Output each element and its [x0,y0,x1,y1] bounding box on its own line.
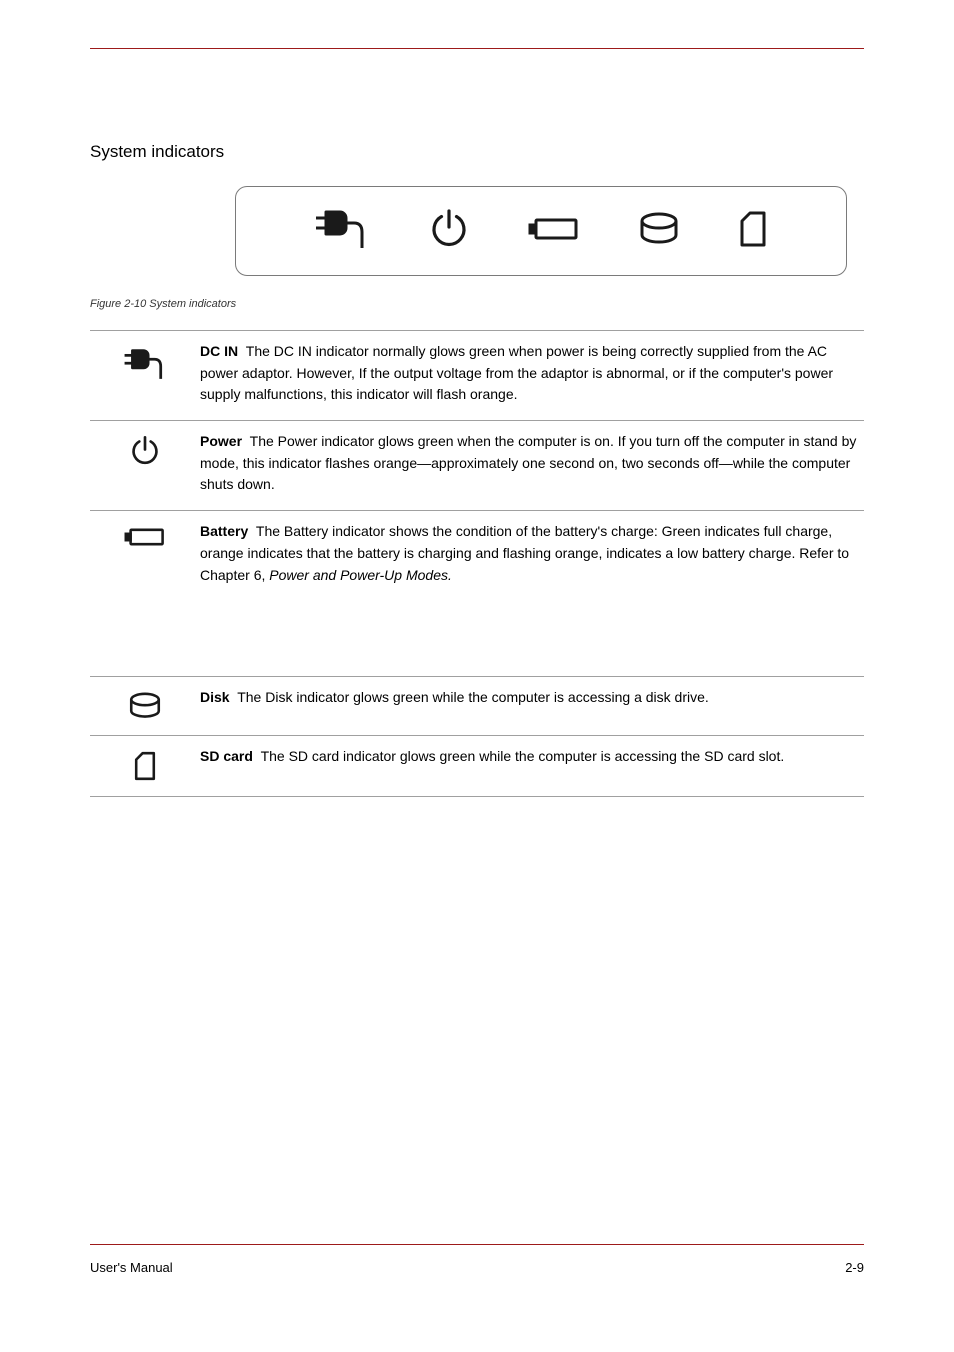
dc-in-icon [90,341,200,406]
section-title-text: System indicators [90,142,224,161]
indicator-figure [235,186,847,276]
row-body: Power The Power indicator glows green wh… [200,431,864,496]
footer-right: 2-9 [845,1260,864,1275]
power-icon [90,431,200,496]
battery-icon [528,214,580,249]
figure-caption: Figure 2-10 System indicators [90,298,236,310]
row-label: DC IN [200,343,238,359]
disk-icon [90,687,200,721]
row-label: SD card [200,748,253,764]
power-icon [428,208,470,255]
indicator-row-disk: Disk The Disk indicator glows green whil… [90,676,864,735]
row-text: The Disk indicator glows green while the… [237,689,709,705]
dc-in-icon [314,206,370,257]
battery-icon [90,521,200,662]
indicator-row-dc-in: DC IN The DC IN indicator normally glows… [90,330,864,420]
indicator-table: DC IN The DC IN indicator normally glows… [90,330,864,797]
row-text: The Power indicator glows green when the… [200,433,856,492]
row-body: DC IN The DC IN indicator normally glows… [200,341,864,406]
indicator-row-battery: Battery The Battery indicator shows the … [90,510,864,676]
row-text: The DC IN indicator normally glows green… [200,343,833,402]
row-body: SD card The SD card indicator glows gree… [200,746,864,782]
cross-reference: Power and Power-Up Modes. [269,567,452,583]
top-rule [90,48,864,49]
page: System indicators [0,0,954,1352]
row-label: Battery [200,523,248,539]
section-title: System indicators [90,142,224,162]
row-label: Power [200,433,242,449]
indicator-row-sd-card: SD card The SD card indicator glows gree… [90,735,864,797]
disk-icon [638,211,680,252]
row-body: Battery The Battery indicator shows the … [200,521,864,662]
indicator-row-power: Power The Power indicator glows green wh… [90,420,864,510]
sd-card-icon [90,746,200,782]
row-label: Disk [200,689,230,705]
footer-left: User's Manual [90,1260,173,1275]
bottom-rule [90,1244,864,1245]
row-body: Disk The Disk indicator glows green whil… [200,687,864,721]
row-text: The SD card indicator glows green while … [261,748,785,764]
sd-card-icon [738,209,768,254]
